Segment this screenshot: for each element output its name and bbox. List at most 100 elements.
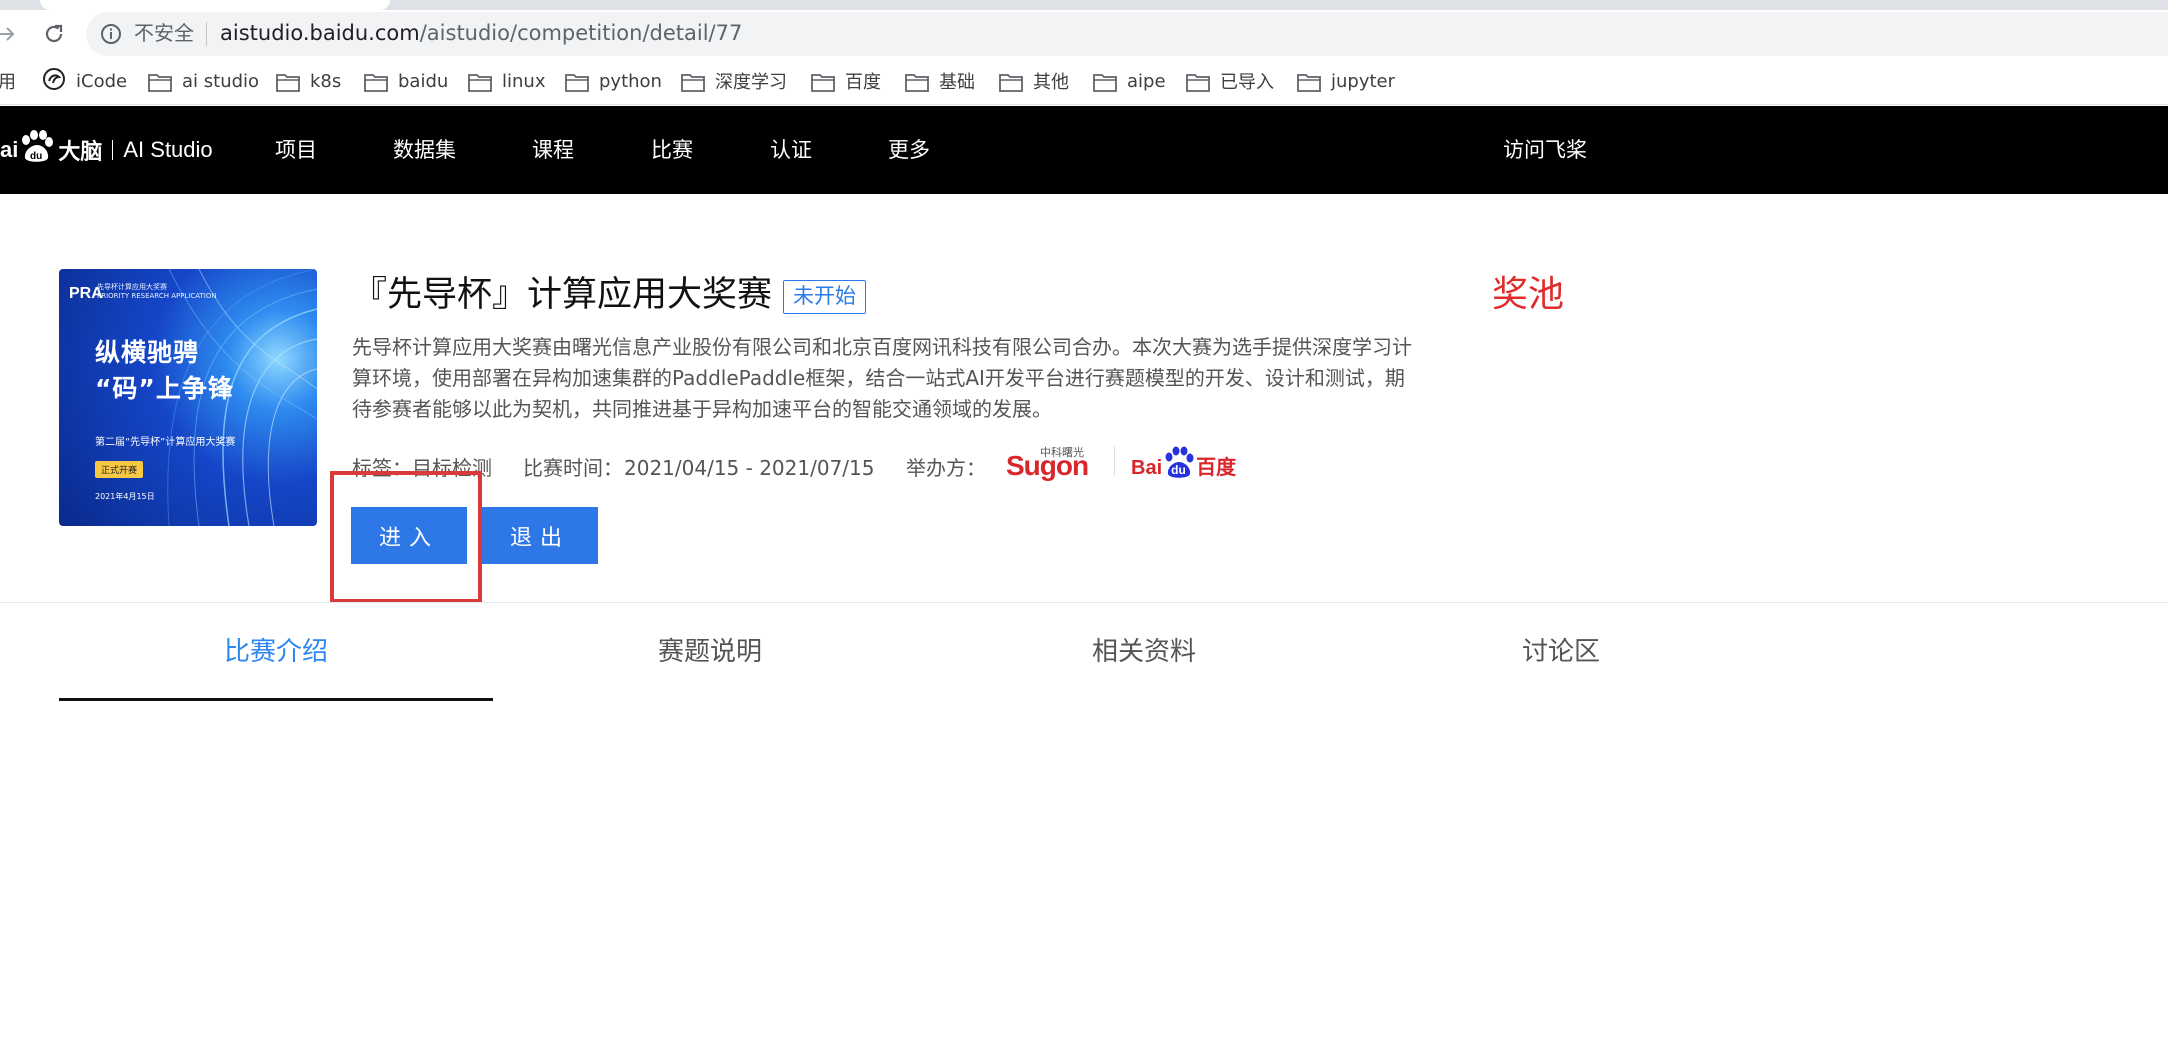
address-bar[interactable]: 不安全 aistudio.baidu.com/aistudio/competit… [86, 12, 2168, 56]
cover-date: 2021年4月15日 [95, 492, 155, 501]
bookmark-label: 百度 [845, 72, 881, 93]
annotation-highlight-box [330, 471, 482, 603]
bookmark-label: 其他 [1033, 72, 1069, 93]
bookmark-item[interactable]: jupyter [1297, 68, 1395, 94]
nav-item-competitions[interactable]: 比赛 [651, 136, 693, 164]
folder-icon [148, 72, 172, 92]
browser-active-tab[interactable] [40, 0, 390, 10]
bookmark-label: jupyter [1331, 70, 1396, 92]
bookmark-item[interactable]: linux [468, 68, 545, 94]
folder-icon [364, 72, 388, 92]
site-logo[interactable]: ai du 大脑 AI Studio [0, 130, 213, 170]
bookmark-item[interactable]: baidu [364, 68, 448, 94]
time-value: 2021/04/15 - 2021/07/15 [624, 456, 875, 480]
tab-problem-description[interactable]: 赛题说明 [658, 634, 762, 670]
baidu-paw-logo-icon: du [1162, 446, 1196, 480]
folder-icon [468, 72, 492, 92]
nav-item-courses[interactable]: 课程 [532, 136, 574, 164]
logo-text: 大脑 [58, 140, 103, 165]
nav-item-datasets[interactable]: 数据集 [393, 136, 456, 164]
time-label: 比赛时间： [523, 456, 623, 480]
url-text[interactable]: aistudio.baidu.com/aistudio/competition/… [220, 20, 742, 46]
folder-icon [1093, 72, 1117, 92]
cover-badge: 正式开赛 [95, 461, 144, 478]
bookmark-label: iCode [76, 70, 128, 92]
sugon-logo-en: Sugon [1006, 450, 1089, 481]
cover-subtitle: 先导杯计算应用大奖赛 PRIORITY RESEARCH APPLICATION [97, 283, 217, 301]
bookmarks-bar: 用 iCode ai studio k8s baidu linux python… [0, 58, 2168, 105]
bookmark-item[interactable]: aipe [1093, 68, 1166, 94]
baidu-logo-du: du [1171, 463, 1186, 477]
bookmark-label: linux [502, 70, 546, 92]
tab-competition-intro[interactable]: 比赛介绍 [224, 634, 328, 670]
tabs-divider [0, 602, 2168, 603]
cover-headline-1: 纵横驰骋 [95, 338, 200, 367]
sugon-logo: 中科曙光 Sugon [1006, 444, 1090, 481]
site-header: ai du 大脑 AI Studio 项目 数据集 课程 比赛 认证 更多 访问… [0, 106, 2168, 194]
info-icon[interactable] [100, 23, 122, 49]
svg-text:du: du [30, 151, 42, 162]
tab-discussion[interactable]: 讨论区 [1522, 634, 1600, 670]
bookmark-item[interactable]: k8s [276, 68, 341, 94]
folder-icon [276, 72, 300, 92]
nav-item-projects[interactable]: 项目 [275, 136, 317, 164]
url-host: aistudio.baidu.com [220, 21, 420, 45]
browser-tabstrip [0, 0, 2168, 10]
folder-icon [811, 72, 835, 92]
exit-button[interactable]: 退出 [482, 507, 598, 564]
folder-icon [1297, 72, 1321, 92]
bookmark-label: ai studio [182, 70, 260, 92]
logo-brand: AI Studio [123, 137, 213, 162]
competition-cover-image: PRA 先导杯计算应用大奖赛 PRIORITY RESEARCH APPLICAT… [59, 269, 317, 526]
bookmark-item[interactable]: 基础 [905, 68, 975, 94]
bookmark-label: python [599, 70, 662, 92]
cover-event-name: 第二届“先导杯”计算应用大奖赛 [95, 437, 236, 448]
bookmark-item[interactable]: iCode [42, 67, 128, 96]
logo-bai-fragment: ai [0, 137, 19, 162]
bookmark-label: 基础 [939, 72, 975, 93]
visit-paddle-link[interactable]: 访问飞桨 [1503, 136, 1587, 164]
cover-subtitle-cn: 先导杯计算应用大奖赛 [97, 283, 167, 291]
forward-icon[interactable] [0, 20, 20, 48]
logo-divider [112, 140, 114, 160]
icode-icon [42, 67, 66, 96]
bookmark-label: k8s [310, 70, 342, 92]
tab-related-materials[interactable]: 相关资料 [1092, 634, 1196, 670]
baidu-logo-cn: 百度 [1196, 455, 1237, 479]
active-tab-underline [59, 698, 493, 701]
bookmark-item[interactable]: 深度学习 [681, 68, 787, 94]
bookmark-label: 已导入 [1220, 72, 1274, 93]
organizer-label: 举办方： [906, 456, 986, 480]
bookmark-label: aipe [1127, 70, 1166, 92]
bookmark-item[interactable]: 其他 [999, 68, 1069, 94]
nav-item-more[interactable]: 更多 [888, 136, 930, 164]
bookmark-item[interactable]: 百度 [811, 68, 881, 94]
folder-icon [565, 72, 589, 92]
folder-icon [1186, 72, 1210, 92]
prize-pool-label: 奖池 [1492, 274, 1565, 315]
cover-headline-2: “码”上争锋 [95, 374, 234, 403]
reload-icon[interactable] [40, 20, 68, 48]
bookmark-item[interactable]: 已导入 [1186, 68, 1274, 94]
bookmark-label: 用 [0, 72, 16, 93]
baidu-paw-icon: du [18, 130, 54, 170]
folder-icon [999, 72, 1023, 92]
baidu-logo: Bai du 百度 [1131, 444, 1236, 480]
browser-toolbar: 不安全 aistudio.baidu.com/aistudio/competit… [0, 10, 2168, 58]
security-label: 不安全 [134, 21, 194, 45]
url-path: /aistudio/competition/detail/77 [419, 21, 743, 45]
organizer-divider [1114, 446, 1115, 476]
nav-item-certification[interactable]: 认证 [770, 136, 812, 164]
folder-icon [681, 72, 705, 92]
baidu-logo-en: Bai [1131, 457, 1163, 479]
bookmark-item[interactable]: 用 [0, 68, 16, 94]
bookmark-item[interactable]: python [565, 68, 662, 94]
bookmark-label: baidu [398, 70, 449, 92]
status-badge: 未开始 [783, 280, 866, 314]
folder-icon [905, 72, 929, 92]
cover-subtitle-en: PRIORITY RESEARCH APPLICATION [97, 292, 217, 300]
bookmark-item[interactable]: ai studio [148, 68, 259, 94]
competition-description: 先导杯计算应用大奖赛由曙光信息产业股份有限公司和北京百度网讯科技有限公司合办。本… [352, 335, 1412, 421]
omnibox-separator [206, 22, 207, 46]
competition-title: 『先导杯』计算应用大奖赛 [352, 275, 773, 315]
